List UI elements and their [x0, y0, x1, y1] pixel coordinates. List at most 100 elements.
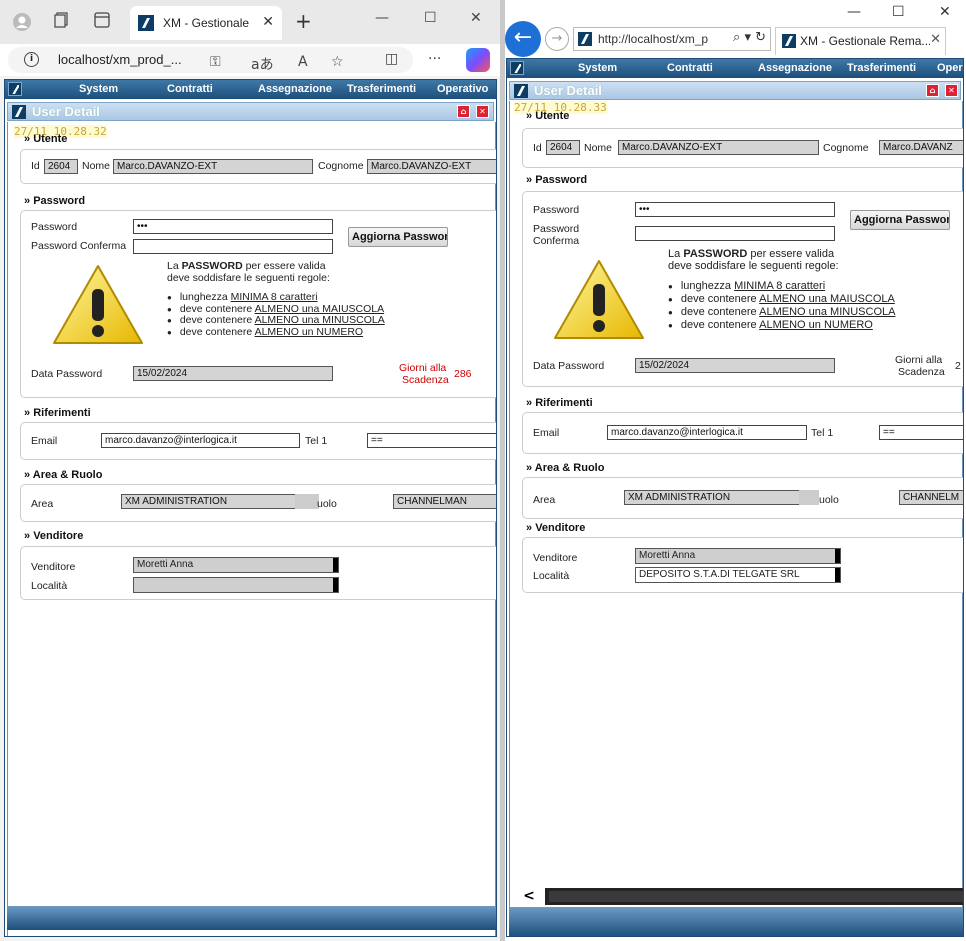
localita-select[interactable] [133, 577, 339, 593]
password-confirm-input[interactable] [635, 226, 835, 241]
nome-label: Nome [584, 142, 613, 154]
menu-system[interactable]: System [578, 62, 617, 74]
close-tab-icon[interactable]: ✕ [930, 32, 941, 47]
back-icon[interactable]: ← [505, 21, 541, 57]
scadenza-label: Scadenza [898, 366, 945, 378]
ruolo-select[interactable]: CHANNELMAN [393, 494, 496, 509]
area-label: Area [31, 498, 54, 510]
cognome-label: Cognome [318, 160, 364, 172]
section-venditore: » Venditore [526, 522, 586, 534]
new-tab-icon[interactable]: + [295, 9, 312, 33]
edge-window: XM - Gestionale ✕ + — ☐ ✕ i localhost/xm… [0, 0, 500, 941]
close-panel-icon[interactable]: ✕ [945, 84, 958, 97]
update-password-button[interactable]: Aggiorna Password [348, 227, 448, 247]
email-input[interactable]: marco.davanzo@interlogica.it [101, 433, 300, 448]
section-utente: » Utente [24, 133, 68, 145]
menu-operativo[interactable]: Operativo [937, 62, 963, 74]
info-icon[interactable]: i [24, 52, 39, 67]
menu-contratti[interactable]: Contratti [667, 62, 713, 74]
area-select[interactable]: XM ADMINISTRATION [624, 490, 802, 505]
home-icon[interactable]: ⌂ [926, 84, 939, 97]
venditore-label: Venditore [31, 561, 76, 573]
search-icon[interactable]: ⌕ ▾ ↻ [733, 30, 766, 45]
cognome-field: Marco.DAVANZO-EXT [367, 159, 496, 174]
menu-trasferimenti[interactable]: Trasferimenti [347, 83, 416, 95]
email-input[interactable]: marco.davanzo@interlogica.it [607, 425, 807, 440]
menu-assegnazione[interactable]: Assegnazione [258, 83, 332, 95]
forward-icon[interactable]: → [545, 27, 569, 51]
main-menu-bar: System Contratti Assegnazione Trasferime… [507, 59, 963, 78]
close-panel-icon[interactable]: ✕ [476, 105, 489, 118]
password-box: Password ••• Password Conferma Aggiorna … [20, 210, 496, 398]
menu-contratti[interactable]: Contratti [167, 83, 213, 95]
user-detail-panel: 27/11 10.28.32 » Utente Id 2604 Nome Mar… [7, 122, 496, 936]
browser-tab[interactable]: XM - Gestionale ✕ [130, 6, 282, 40]
horizontal-scrollbar[interactable]: < [513, 888, 963, 905]
profile-icon[interactable] [12, 12, 32, 32]
nome-field: Marco.DAVANZO-EXT [113, 159, 313, 174]
utente-box: Id 2604 Nome Marco.DAVANZO-EXT Cognome M… [522, 128, 963, 168]
password-input[interactable]: ••• [133, 219, 333, 234]
minimize-icon[interactable]: — [375, 10, 389, 26]
app-footer [7, 906, 496, 930]
password-rules: La PASSWORD per essere valida deve soddi… [668, 248, 963, 332]
venditore-select[interactable]: Moretti Anna [635, 548, 841, 564]
close-window-icon[interactable]: ✕ [470, 10, 482, 26]
menu-system[interactable]: System [79, 83, 118, 95]
close-window-icon[interactable]: ✕ [939, 4, 951, 20]
url-field[interactable]: i localhost/xm_prod_... ⚿ aあ A ☆ [8, 47, 413, 73]
scrollbar-thumb[interactable] [549, 891, 963, 902]
panel-logo-icon [12, 105, 26, 122]
minimize-icon[interactable]: — [847, 4, 861, 20]
menu-trasferimenti[interactable]: Trasferimenti [847, 62, 916, 74]
dropdown-arrow-icon [333, 558, 338, 572]
id-label: Id [31, 160, 40, 172]
update-password-button[interactable]: Aggiorna Password [850, 210, 950, 230]
maximize-icon[interactable]: ☐ [424, 10, 437, 26]
tel-input[interactable]: == [879, 425, 963, 440]
split-icon[interactable]: ◫ [385, 51, 398, 67]
password-input[interactable]: ••• [635, 202, 835, 217]
localita-label: Località [533, 570, 570, 582]
key-icon[interactable]: ⚿ [210, 54, 221, 70]
dropdown-arrow-icon [835, 568, 840, 582]
menu-assegnazione[interactable]: Assegnazione [758, 62, 832, 74]
utente-box: Id 2604 Nome Marco.DAVANZO-EXT Cognome M… [20, 149, 496, 184]
cognome-label: Cognome [823, 142, 869, 154]
close-tab-icon[interactable]: ✕ [262, 14, 274, 30]
tel-label: Tel 1 [811, 427, 834, 439]
area-select[interactable]: XM ADMINISTRATION [121, 494, 299, 509]
url-field[interactable]: http://localhost/xm_p ⌕ ▾ ↻ [573, 27, 771, 51]
password-confirm-input[interactable] [133, 239, 333, 254]
home-icon[interactable]: ⌂ [457, 105, 470, 118]
edge-address-bar: i localhost/xm_prod_... ⚿ aあ A ☆ ◫ ··· [0, 44, 500, 76]
read-aloud-icon[interactable]: A [298, 54, 308, 70]
scroll-left-icon[interactable]: < [513, 888, 545, 905]
section-riferimenti: » Riferimenti [526, 397, 593, 409]
app-favicon-icon [782, 34, 796, 51]
user-detail-panel: 27/11 10.28.33 » Utente Id 2604 Nome Mar… [509, 101, 963, 936]
tel-input[interactable]: == [367, 433, 496, 448]
maximize-icon[interactable]: ☐ [892, 4, 905, 20]
menu-operativo[interactable]: Operativo [437, 83, 488, 95]
giorni-value: 286 [454, 368, 472, 380]
ruolo-label: uolo [317, 498, 337, 510]
more-icon[interactable]: ··· [428, 51, 441, 67]
favorite-icon[interactable]: ☆ [331, 54, 344, 70]
ie-toolbar: — ☐ ✕ ← → http://localhost/xm_p ⌕ ▾ ↻ XM… [505, 0, 966, 60]
localita-label: Località [31, 580, 68, 592]
translate-icon[interactable]: aあ [251, 54, 274, 74]
ruolo-select[interactable]: CHANNELM [899, 490, 963, 505]
nome-field: Marco.DAVANZO-EXT [618, 140, 819, 155]
copilot-icon[interactable] [466, 48, 490, 72]
browser-tab[interactable]: XM - Gestionale Rema... ✕ [775, 27, 946, 55]
panel-logo-icon [514, 84, 528, 101]
vertical-tabs-icon[interactable] [92, 12, 112, 32]
app-footer [509, 907, 963, 936]
tab-actions-icon[interactable] [52, 12, 72, 32]
venditore-select[interactable]: Moretti Anna [133, 557, 339, 573]
localita-select[interactable]: DEPOSITO S.T.A.DI TELGATE SRL [635, 567, 841, 583]
app-logo-icon [510, 61, 524, 75]
panel-title: User Detail [32, 104, 100, 119]
data-password-label: Data Password [31, 368, 103, 380]
